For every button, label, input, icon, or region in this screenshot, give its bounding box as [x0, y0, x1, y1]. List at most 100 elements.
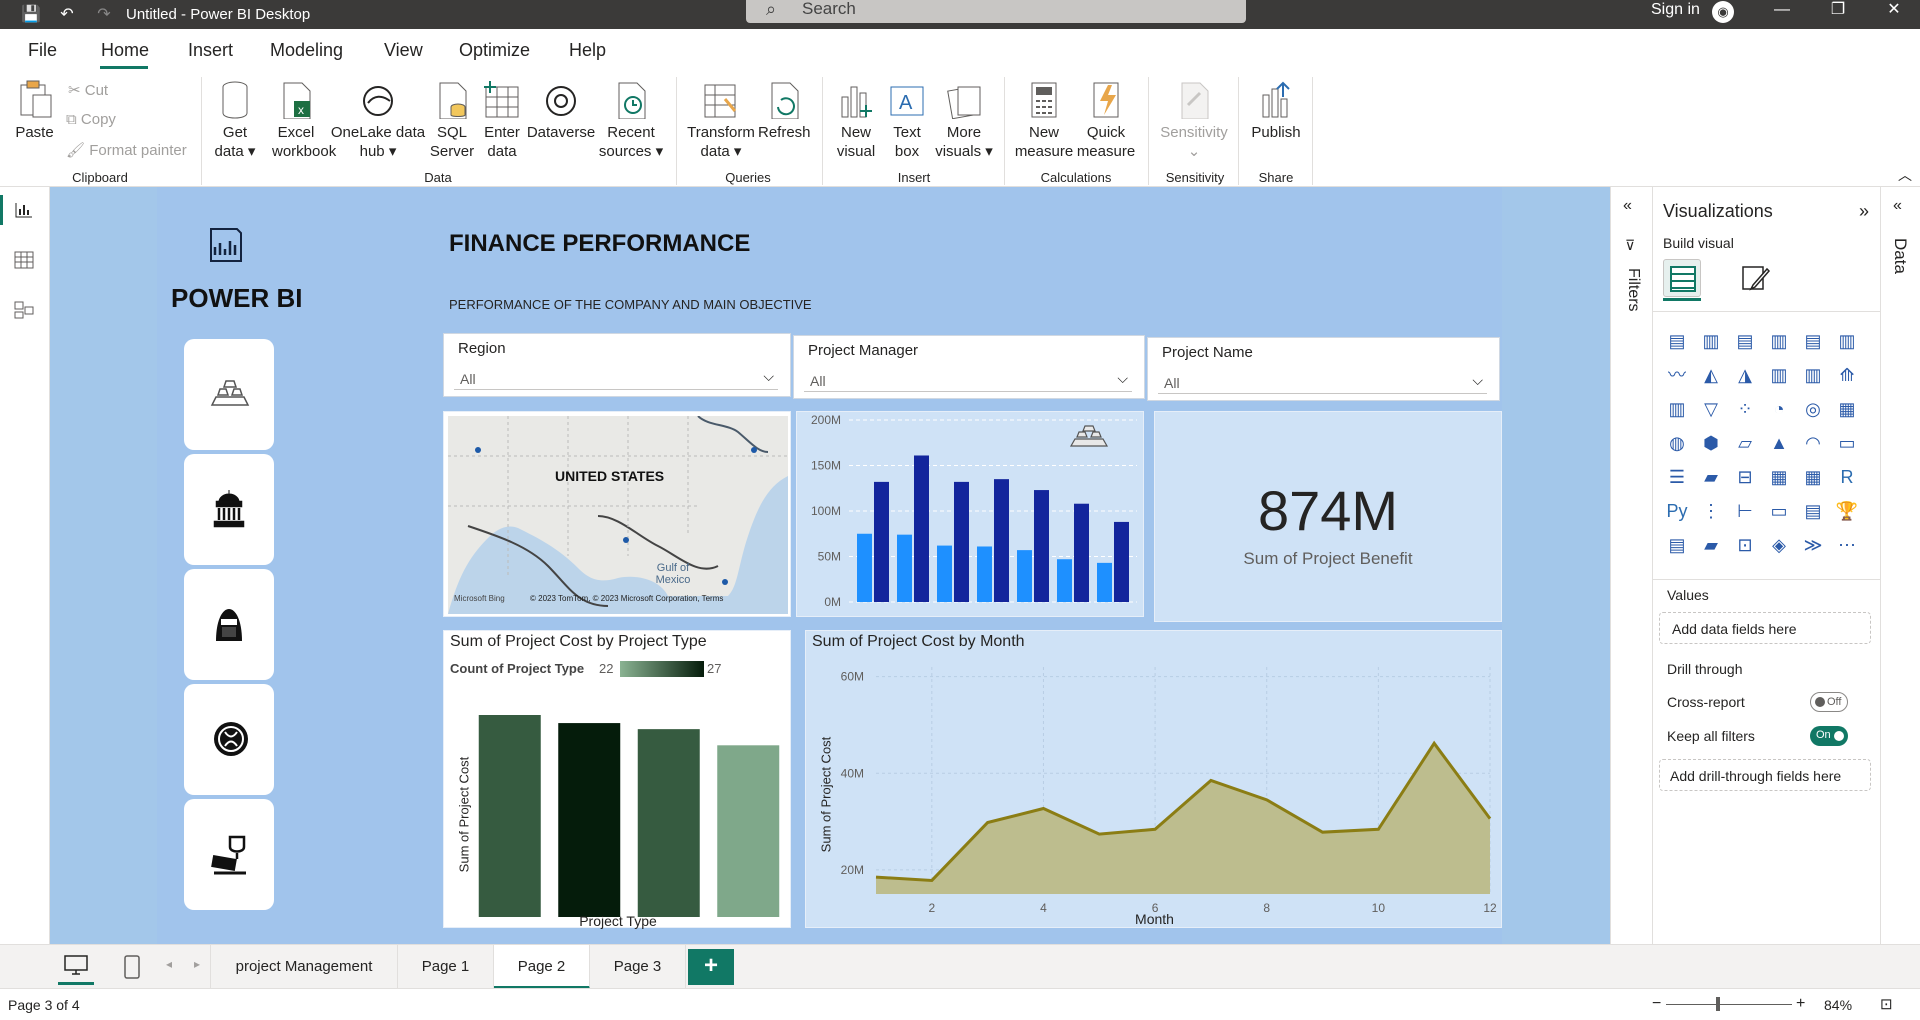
matrix-visual-icon[interactable]: ▦ [1799, 463, 1827, 491]
clustered-bar-visual-icon[interactable]: ▤ [1731, 327, 1759, 355]
format-visual-icon[interactable] [1741, 263, 1771, 298]
decomposition-tree-visual-icon[interactable]: ⊢ [1731, 497, 1759, 525]
keep-filters-toggle[interactable]: On [1810, 726, 1848, 746]
line-clustered-visual-icon[interactable]: ▥ [1799, 361, 1827, 389]
tab-project-management[interactable]: project Management [210, 945, 398, 989]
cross-report-toggle[interactable]: Off [1810, 692, 1848, 712]
bar[interactable] [1057, 559, 1072, 602]
paginated-visual-icon[interactable]: ▤ [1663, 531, 1691, 559]
format-painter-button[interactable]: 🖌 Format painter [66, 141, 187, 159]
nav-card-thief[interactable] [184, 569, 274, 680]
bar[interactable] [977, 546, 992, 602]
multi-row-card-visual-icon[interactable]: ☰ [1663, 463, 1691, 491]
new-measure-button[interactable]: New measure [1014, 79, 1074, 161]
gauge-visual-icon[interactable]: ◠ [1799, 429, 1827, 457]
kpi-visual-icon[interactable]: ▰ [1697, 463, 1725, 491]
recent-sources-button[interactable]: Recent sources ▾ [596, 79, 666, 161]
scroll-left-icon[interactable]: ◂ [166, 957, 172, 971]
chevron-visual-icon[interactable]: ≫ [1799, 531, 1827, 559]
stacked-column-visual-icon[interactable]: ▥ [1697, 327, 1725, 355]
project-type-bar-visual[interactable]: Sum of Project Cost by Project Type Coun… [443, 630, 791, 929]
nav-card-coin[interactable] [184, 684, 274, 795]
bar[interactable] [874, 481, 889, 602]
azure-map-visual-icon[interactable]: ▲ [1765, 429, 1793, 457]
menu-view[interactable]: View [384, 40, 423, 61]
publish-button[interactable]: Publish [1248, 79, 1304, 142]
shape-map-visual-icon[interactable]: ▱ [1731, 429, 1759, 457]
new-visual-button[interactable]: New visual [832, 79, 880, 161]
text-box-button[interactable]: A Text box [884, 79, 930, 161]
more-visual-icon[interactable]: ⋯ [1833, 531, 1861, 559]
slicer-visual-icon[interactable]: ⊟ [1731, 463, 1759, 491]
nav-card-gold[interactable] [184, 339, 274, 450]
cut-button[interactable]: ✂ Cut [68, 81, 108, 99]
add-drill-through-well[interactable]: Add drill-through fields here [1659, 759, 1871, 791]
dataverse-button[interactable]: Dataverse [524, 79, 598, 142]
bar[interactable] [897, 534, 912, 602]
map-copyright[interactable]: © 2023 TomTom, © 2023 Microsoft Corporat… [530, 594, 723, 603]
project-name-dropdown[interactable]: All ⌵ [1158, 368, 1487, 394]
project-name-slicer[interactable]: Project Name All ⌵ [1147, 337, 1500, 401]
nav-card-bribe[interactable] [184, 799, 274, 910]
add-data-fields-well[interactable]: Add data fields here [1659, 612, 1871, 644]
bar[interactable] [914, 455, 929, 602]
100-column-visual-icon[interactable]: ▥ [1833, 327, 1861, 355]
area-chart-visual[interactable]: Sum of Project Cost by Month 20M 40M 60M 2 4… [805, 630, 1502, 928]
tab-page-1[interactable]: Page 1 [398, 945, 494, 989]
ribbon-visual-icon[interactable]: ⟰ [1833, 361, 1861, 389]
fit-to-page-icon[interactable]: ⊡ [1880, 995, 1893, 1013]
sign-in-link[interactable]: Sign in [1651, 1, 1700, 19]
region-slicer[interactable]: Region All ⌵ [443, 333, 791, 397]
minimize-icon[interactable]: — [1762, 0, 1802, 22]
zoom-in-icon[interactable]: + [1796, 995, 1805, 1013]
more-visuals-button[interactable]: More visuals ▾ [934, 79, 994, 161]
restore-icon[interactable]: ❐ [1818, 0, 1858, 22]
bar[interactable] [857, 533, 872, 602]
100-bar-visual-icon[interactable]: ▤ [1799, 327, 1827, 355]
menu-home[interactable]: Home [101, 40, 149, 61]
tab-page-3[interactable]: Page 3 [590, 945, 686, 989]
project-manager-dropdown[interactable]: All ⌵ [804, 366, 1132, 392]
report-view-icon[interactable] [14, 201, 34, 224]
bar[interactable] [994, 479, 1009, 602]
bar[interactable] [637, 729, 700, 917]
transform-data-button[interactable]: Transform data ▾ [686, 79, 756, 161]
add-page-button[interactable]: + [688, 949, 734, 985]
waterfall-visual-icon[interactable]: ▥ [1663, 395, 1691, 423]
save-icon[interactable]: 💾 [20, 3, 42, 25]
stacked-bar-visual-icon[interactable]: ▤ [1663, 327, 1691, 355]
area-visual-icon[interactable]: ◭ [1697, 361, 1725, 389]
donut-visual-icon[interactable]: ◎ [1799, 395, 1827, 423]
nav-card-bank[interactable] [184, 454, 274, 565]
copy-button[interactable]: ⧉ Copy [66, 111, 116, 128]
quick-measure-button[interactable]: Quick measure [1076, 79, 1136, 161]
refresh-button[interactable]: Refresh [758, 79, 811, 142]
line-visual-icon[interactable]: 〰 [1663, 361, 1691, 389]
map-visual-icon[interactable]: ◍ [1663, 429, 1691, 457]
bar[interactable] [558, 723, 621, 917]
filters-pane[interactable]: « ⊽ Filters [1610, 187, 1652, 944]
model-view-icon[interactable] [14, 301, 34, 324]
key-influencers-visual-icon[interactable]: ⋮ [1697, 497, 1725, 525]
python-visual-visual-icon[interactable]: Py [1663, 497, 1691, 525]
kpi-card[interactable]: 874M Sum of Project Benefit [1154, 411, 1502, 622]
narrative-visual-icon[interactable]: ▤ [1799, 497, 1827, 525]
power-apps-visual-icon[interactable]: ▰ [1697, 531, 1725, 559]
menu-help[interactable]: Help [569, 40, 606, 61]
clustered-bar-visual[interactable]: 0M 50M 100M 150M 200M [796, 411, 1144, 617]
get-data-button[interactable]: Get data ▾ [207, 79, 263, 161]
scatter-visual-icon[interactable]: ⁘ [1731, 395, 1759, 423]
onelake-button[interactable]: OneLake data hub ▾ [330, 79, 426, 161]
zoom-slider-thumb[interactable] [1716, 997, 1720, 1011]
pie-visual-icon[interactable]: ◔ [1765, 395, 1793, 423]
redo-icon[interactable]: ↷ [93, 3, 115, 25]
line-column-visual-icon[interactable]: ▥ [1765, 361, 1793, 389]
expand-filters-icon[interactable]: « [1623, 197, 1632, 215]
bar[interactable] [1114, 521, 1129, 602]
close-icon[interactable]: ✕ [1874, 0, 1914, 22]
bar[interactable] [1074, 503, 1089, 602]
bar[interactable] [954, 481, 969, 602]
search-input[interactable]: ⌕ Search [746, 0, 1246, 23]
collapse-ribbon-icon[interactable]: ︿ [1898, 165, 1912, 185]
bar[interactable] [1097, 562, 1112, 602]
